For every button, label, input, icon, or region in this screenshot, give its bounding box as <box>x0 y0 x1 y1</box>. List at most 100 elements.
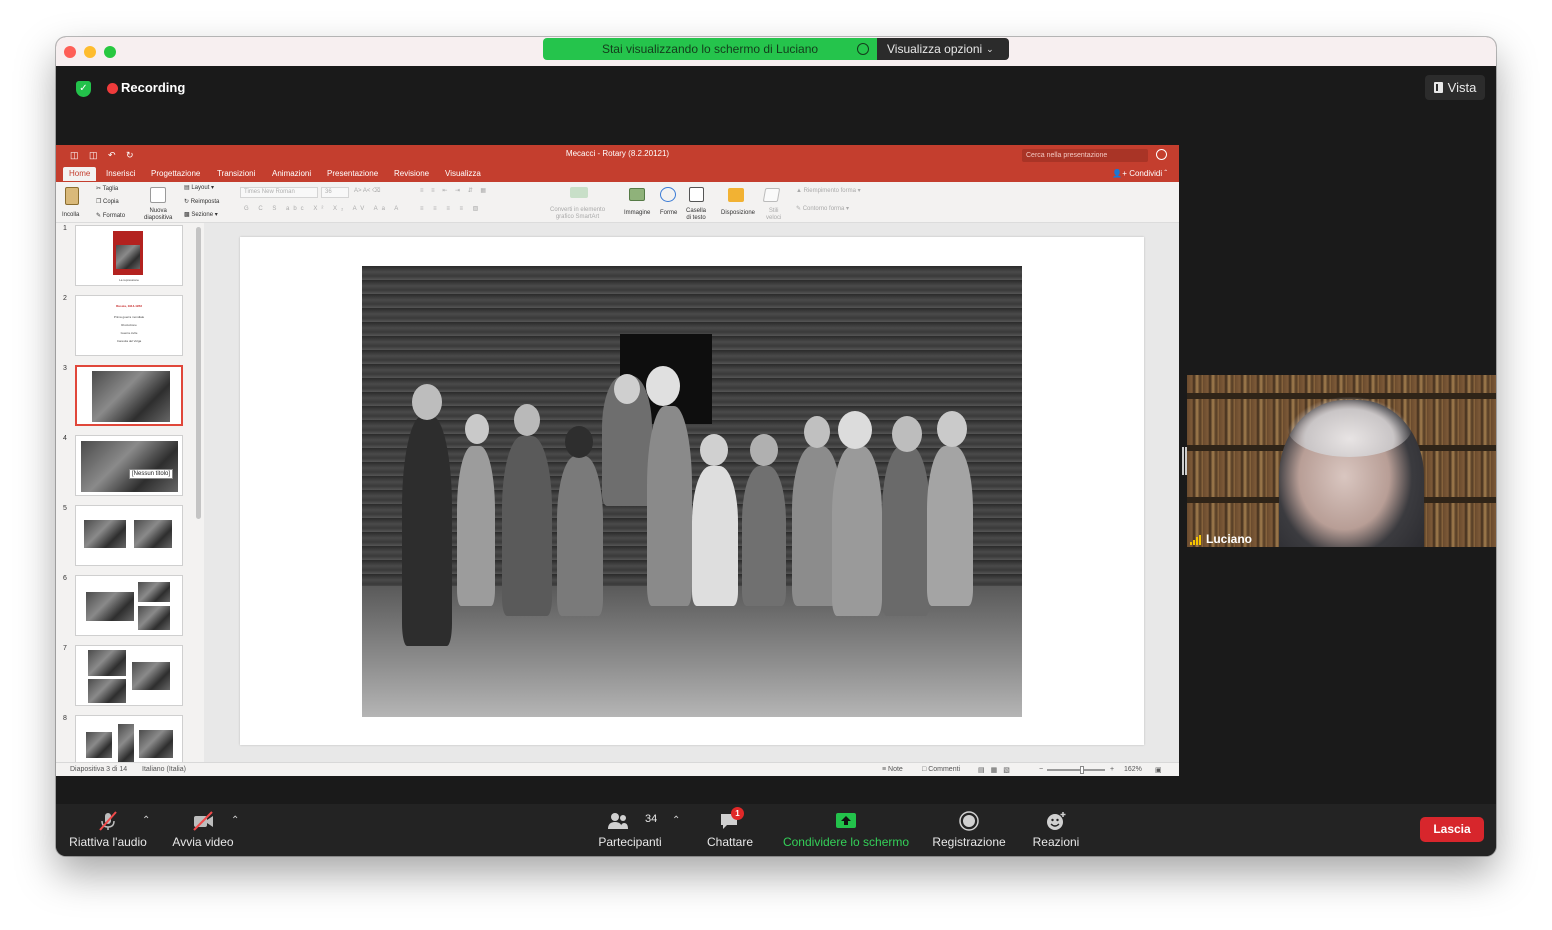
cut-button[interactable]: ✂ Taglia <box>96 186 118 193</box>
alignment-buttons[interactable]: ≡ ≡ ≡ ≡ ▧ <box>420 206 482 213</box>
current-slide[interactable] <box>240 237 1144 745</box>
shape-outline-button[interactable]: ✎ Contorno forma ▾ <box>796 206 849 213</box>
meeting-toolbar: Riattiva l'audio ⌃ Avvia video ⌃ 34 Part… <box>56 804 1496 856</box>
zoom-slider[interactable] <box>1047 769 1105 771</box>
slide-thumbnail-7[interactable] <box>75 645 183 706</box>
thumbnail-number: 5 <box>63 505 67 512</box>
arrange-icon[interactable] <box>728 188 744 202</box>
slide-thumbnail-2[interactable]: Russia, 1914-1953 Prima guerra mondiale … <box>75 295 183 356</box>
photo-figure <box>502 436 552 616</box>
format-painter-button[interactable]: ✎ Formato <box>96 213 125 220</box>
font-style-buttons[interactable]: G C S abc X² X₂ AV Aa A <box>244 206 402 213</box>
thumbnail-cover-photo <box>116 245 140 269</box>
participants-label: Partecipanti <box>598 835 662 849</box>
copy-button[interactable]: ❐ Copia <box>96 199 119 206</box>
ppt-tab-review[interactable]: Revisione <box>394 169 429 178</box>
reactions-button[interactable]: Reazioni <box>1026 804 1086 856</box>
view-mode-buttons[interactable]: ▤▦▧ <box>978 766 1016 774</box>
photo-figure-head <box>565 426 593 458</box>
participants-options-chevron-icon[interactable]: ⌃ <box>672 815 680 826</box>
photo-figure-head <box>937 411 967 447</box>
layout-label: Layout <box>191 185 210 191</box>
smartart-label-line-2: grafico SmartArt <box>555 214 600 220</box>
photo-figure-head <box>750 434 778 466</box>
chat-button[interactable]: 1 Chattare <box>700 804 760 856</box>
notes-button[interactable]: ≡ Note <box>882 766 903 773</box>
security-shield-icon[interactable]: ✓ <box>76 81 91 97</box>
thumbnail-photo <box>92 371 170 422</box>
ppt-search-input[interactable]: Cerca nella presentazione <box>1022 149 1148 162</box>
list-buttons[interactable]: ≡ ≡ ⇤ ⇥ ⇵ ▦ <box>420 188 489 195</box>
participant-video-tile[interactable]: Luciano <box>1187 375 1496 547</box>
slide-photo-children[interactable] <box>362 266 1022 717</box>
unmute-button[interactable]: Riattiva l'audio <box>63 804 153 856</box>
shape-fill-button[interactable]: ▲ Riempimento forma ▾ <box>796 188 861 195</box>
slide-thumbnail-3[interactable] <box>75 365 183 426</box>
ppt-share-button[interactable]: 👤+ Condividi ˆ <box>1112 169 1167 178</box>
slide-thumbnail-pane[interactable]: 1 La repressione 2 Russia, 1914-1953 Pri… <box>56 223 204 776</box>
thumbnail-photo <box>84 520 126 548</box>
participants-count: 34 <box>645 813 658 825</box>
panel-resize-handle[interactable] <box>1182 447 1184 475</box>
layout-button[interactable]: ▤ Layout ▾ <box>184 185 214 192</box>
font-size-field[interactable]: 36 <box>321 187 349 198</box>
reset-button[interactable]: ↻ Reimposta <box>184 199 219 206</box>
participants-button[interactable]: 34 Partecipanti <box>590 804 670 856</box>
slide-thumbnail-6[interactable] <box>75 575 183 636</box>
thumbnail-scrollbar[interactable] <box>196 227 201 519</box>
quick-styles-icon[interactable] <box>762 188 781 202</box>
shared-screen-powerpoint[interactable]: ◫ ◫ ↶ ↻ Mecacci - Rotary (8.2.20121) Cer… <box>56 145 1179 776</box>
slide-thumbnail-4[interactable] <box>75 435 183 496</box>
slide-thumbnail-5[interactable] <box>75 505 183 566</box>
photo-figure <box>832 446 882 616</box>
close-window-button[interactable] <box>64 46 76 58</box>
thumbnail-number: 1 <box>63 225 67 232</box>
font-size-buttons[interactable]: A˃ A˂ ⌫ <box>354 188 381 195</box>
recording-button[interactable]: Registrazione <box>926 804 1012 856</box>
shapes-icon[interactable] <box>660 187 676 202</box>
ppt-ribbon-tabs: Home Inserisci Progettazione Transizioni… <box>56 166 1179 182</box>
ppt-tab-animations[interactable]: Animazioni <box>272 169 311 178</box>
textbox-icon[interactable] <box>689 187 704 202</box>
smartart-label-line-1: Converti in elemento <box>550 207 606 213</box>
start-video-button[interactable]: Avvia video <box>168 804 238 856</box>
new-slide-icon[interactable] <box>150 187 166 203</box>
share-screen-button[interactable]: Condividere lo schermo <box>776 804 916 856</box>
ppt-tab-slideshow[interactable]: Presentazione <box>327 169 378 178</box>
ppt-share-label: Condividi <box>1129 169 1163 178</box>
zoom-out-button[interactable]: − <box>1039 766 1043 773</box>
ppt-tab-insert[interactable]: Inserisci <box>106 169 135 178</box>
slide-thumbnail-1[interactable]: La repressione <box>75 225 183 286</box>
thumbnail-photo <box>86 592 134 621</box>
zoom-in-button[interactable]: + <box>1110 766 1114 773</box>
image-icon[interactable] <box>629 188 645 201</box>
video-options-chevron-icon[interactable]: ⌃ <box>231 815 239 826</box>
section-button[interactable]: ▩ Sezione ▾ <box>184 212 218 219</box>
ppt-tab-view[interactable]: Visualizza <box>445 169 481 178</box>
photo-figure-head <box>892 416 922 452</box>
ppt-tab-design[interactable]: Progettazione <box>151 169 200 178</box>
slide-count-label: Diapositiva 3 di 14 <box>70 766 128 773</box>
share-status-text: Stai visualizzando lo schermo di Luciano <box>601 42 819 56</box>
view-button[interactable]: Vista <box>1425 75 1485 100</box>
comments-button[interactable]: □ Commenti <box>922 766 960 773</box>
minimize-window-button[interactable] <box>84 46 96 58</box>
thumbnail-number: 8 <box>63 715 67 722</box>
fit-slide-icon[interactable]: ▣ <box>1155 766 1162 774</box>
audio-options-chevron-icon[interactable]: ⌃ <box>142 815 150 826</box>
view-options-button[interactable]: Visualizza opzioni ⌄ <box>877 38 1009 60</box>
thumbnail-number: 4 <box>63 435 67 442</box>
video-camera-off-icon <box>193 811 213 831</box>
ppt-tab-transitions[interactable]: Transizioni <box>217 169 255 178</box>
ppt-tab-home[interactable]: Home <box>63 167 97 181</box>
fullscreen-window-button[interactable] <box>104 46 116 58</box>
font-name-field[interactable]: Times New Roman <box>240 187 318 198</box>
zoom-slider-knob[interactable] <box>1080 766 1084 774</box>
paste-icon[interactable] <box>65 187 79 205</box>
leave-meeting-button[interactable]: Lascia <box>1420 817 1484 842</box>
quick-styles-label-line-1: Stili <box>768 208 779 214</box>
photo-figure <box>692 466 738 606</box>
slide-editor[interactable] <box>204 223 1179 762</box>
feedback-smiley-icon[interactable] <box>1156 149 1167 160</box>
smartart-icon[interactable] <box>570 187 588 198</box>
